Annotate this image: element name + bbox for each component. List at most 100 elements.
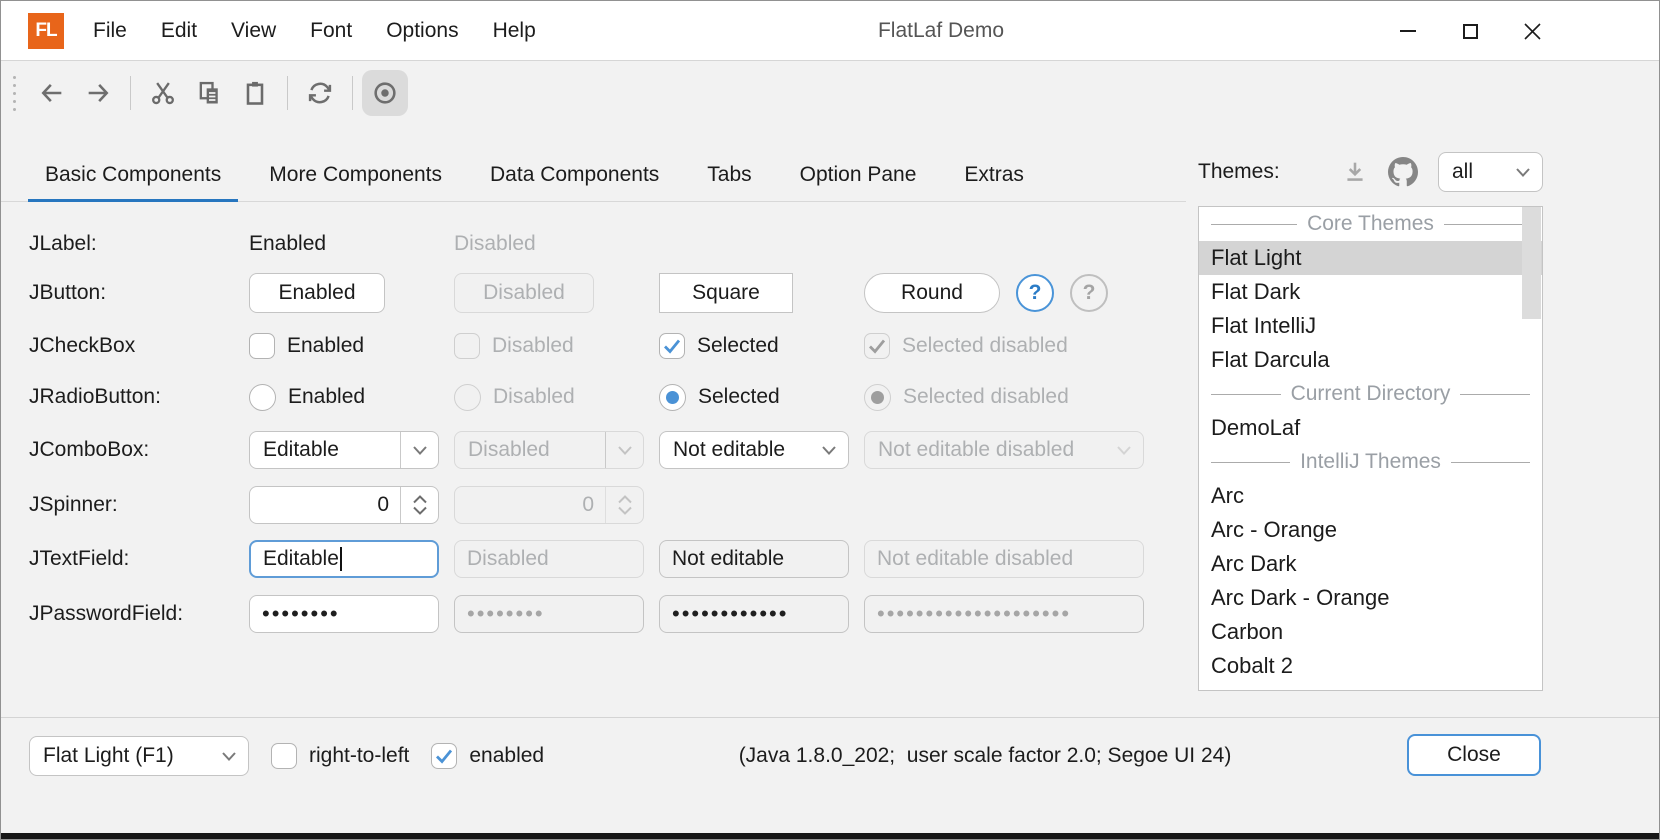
spinner-disabled: 0 bbox=[454, 486, 644, 524]
close-window-button[interactable] bbox=[1501, 1, 1563, 61]
close-button[interactable]: Close bbox=[1407, 734, 1541, 776]
checkbox-enabled[interactable]: Enabled bbox=[249, 333, 364, 359]
themes-label: Themes: bbox=[1198, 160, 1280, 184]
theme-item[interactable]: Flat IntelliJ bbox=[1199, 309, 1542, 343]
theme-group-separator: IntelliJ Themes bbox=[1199, 445, 1542, 479]
checkbox-box bbox=[659, 333, 685, 359]
jtextfield-row-label: JTextField: bbox=[29, 547, 249, 571]
minimize-button[interactable] bbox=[1377, 1, 1439, 61]
checkbox-box bbox=[249, 333, 275, 359]
combobox-not-editable[interactable]: Not editable bbox=[659, 431, 849, 469]
arrow-left-icon bbox=[38, 79, 66, 107]
chevron-up-icon[interactable] bbox=[412, 495, 428, 504]
paste-button[interactable] bbox=[232, 70, 278, 116]
spinner-value[interactable]: 0 bbox=[250, 493, 400, 517]
theme-filter-value: all bbox=[1439, 160, 1504, 184]
passwordfield-editable[interactable]: •••••••• bbox=[249, 595, 439, 633]
jcombobox-row-label: JComboBox: bbox=[29, 438, 249, 462]
cut-button[interactable] bbox=[140, 70, 186, 116]
checkbox-label: Selected disabled bbox=[902, 334, 1068, 358]
arrow-right-icon bbox=[84, 79, 112, 107]
theme-item[interactable]: Arc Dark bbox=[1199, 547, 1542, 581]
download-theme-button[interactable] bbox=[1338, 155, 1372, 189]
themes-scrollbar-thumb[interactable] bbox=[1522, 207, 1541, 319]
close-icon bbox=[1524, 23, 1541, 40]
radio-circle bbox=[659, 384, 686, 411]
theme-item[interactable]: Arc Dark - Orange bbox=[1199, 581, 1542, 615]
refresh-icon bbox=[306, 79, 334, 107]
tab-option-pane[interactable]: Option Pane bbox=[783, 151, 934, 201]
copy-button[interactable] bbox=[186, 70, 232, 116]
radio-label: Selected bbox=[698, 385, 780, 409]
tab-more-components[interactable]: More Components bbox=[252, 151, 459, 201]
menu-file[interactable]: File bbox=[76, 1, 144, 61]
forward-button[interactable] bbox=[75, 70, 121, 116]
theme-item[interactable]: Flat Dark bbox=[1199, 275, 1542, 309]
combobox-editable[interactable]: Editable bbox=[249, 431, 439, 469]
right-to-left-checkbox[interactable]: right-to-left bbox=[271, 743, 409, 769]
enabled-button[interactable]: Enabled bbox=[249, 273, 385, 313]
round-button[interactable]: Round bbox=[864, 273, 1000, 313]
tab-basic-components[interactable]: Basic Components bbox=[28, 151, 238, 201]
theme-item[interactable]: Cobalt 2 bbox=[1199, 649, 1542, 683]
jbutton-row-label: JButton: bbox=[29, 281, 249, 305]
menu-options[interactable]: Options bbox=[369, 1, 475, 61]
checkbox-selected[interactable]: Selected bbox=[659, 333, 779, 359]
passwordfield-disabled: •••••••• bbox=[454, 595, 644, 633]
radio-enabled[interactable]: Enabled bbox=[249, 384, 365, 411]
jradiobutton-row: JRadioButton: Enabled Disabled Selected … bbox=[29, 377, 1144, 417]
chevron-up-icon bbox=[617, 495, 633, 504]
combobox-value[interactable]: Editable bbox=[250, 438, 400, 462]
github-link-button[interactable] bbox=[1386, 155, 1420, 189]
theme-item[interactable]: Carbon bbox=[1199, 615, 1542, 649]
back-button[interactable] bbox=[29, 70, 75, 116]
spinner[interactable]: 0 bbox=[249, 486, 439, 524]
theme-filter-combobox[interactable]: all bbox=[1438, 152, 1543, 192]
jcombobox-row: JComboBox: Editable Disabled Not editabl… bbox=[29, 430, 1144, 470]
checkbox-disabled: Disabled bbox=[454, 333, 574, 359]
theme-item[interactable]: DemoLaf bbox=[1199, 411, 1542, 445]
jspinner-row-label: JSpinner: bbox=[29, 493, 249, 517]
radio-disabled: Disabled bbox=[454, 384, 575, 411]
chevron-down-icon[interactable] bbox=[412, 506, 428, 515]
textfield-editable[interactable]: Editable bbox=[249, 540, 439, 578]
clipboard-icon bbox=[241, 79, 269, 107]
theme-item[interactable]: Flat Light bbox=[1199, 241, 1542, 275]
checkbox-selected-disabled: Selected disabled bbox=[864, 333, 1068, 359]
tab-data-components[interactable]: Data Components bbox=[473, 151, 676, 201]
menu-edit[interactable]: Edit bbox=[144, 1, 214, 61]
checkbox-box bbox=[454, 333, 480, 359]
menu-font[interactable]: Font bbox=[293, 1, 369, 61]
toolbar-grip[interactable] bbox=[13, 76, 16, 111]
radio-circle bbox=[249, 384, 276, 411]
refresh-button[interactable] bbox=[297, 70, 343, 116]
checkbox-label: right-to-left bbox=[309, 744, 409, 768]
radio-selected[interactable]: Selected bbox=[659, 384, 780, 411]
theme-item[interactable]: Arc bbox=[1199, 479, 1542, 513]
tab-extras[interactable]: Extras bbox=[947, 151, 1041, 201]
menu-view[interactable]: View bbox=[214, 1, 293, 61]
maximize-button[interactable] bbox=[1439, 1, 1501, 61]
theme-item[interactable]: Cyan light bbox=[1199, 683, 1542, 691]
window-title: FlatLaf Demo bbox=[541, 19, 1341, 43]
label-disabled: Disabled bbox=[454, 232, 536, 256]
laf-combobox[interactable]: Flat Light (F1) bbox=[29, 736, 249, 776]
show-hidden-toggle-button[interactable] bbox=[362, 70, 408, 116]
checkbox-label: enabled bbox=[469, 744, 544, 768]
checkmark-icon bbox=[435, 748, 453, 764]
toolbar bbox=[1, 62, 1659, 124]
toolbar-separator bbox=[130, 76, 131, 110]
jpasswordfield-row-label: JPasswordField: bbox=[29, 602, 249, 626]
square-button[interactable]: Square bbox=[659, 273, 793, 313]
theme-item[interactable]: Flat Darcula bbox=[1199, 343, 1542, 377]
checkbox-label: Selected bbox=[697, 334, 779, 358]
theme-item[interactable]: Arc - Orange bbox=[1199, 513, 1542, 547]
checkbox-box bbox=[271, 743, 297, 769]
themes-list[interactable]: Core ThemesFlat LightFlat DarkFlat Intel… bbox=[1198, 206, 1543, 691]
status-info-text: (Java 1.8.0_202; user scale factor 2.0; … bbox=[739, 718, 1232, 794]
help-button[interactable]: ? bbox=[1016, 274, 1054, 312]
minimize-icon bbox=[1400, 30, 1416, 32]
enabled-checkbox[interactable]: enabled bbox=[431, 743, 544, 769]
theme-group-separator: Core Themes bbox=[1199, 207, 1542, 241]
tab-tabs[interactable]: Tabs bbox=[690, 151, 768, 201]
